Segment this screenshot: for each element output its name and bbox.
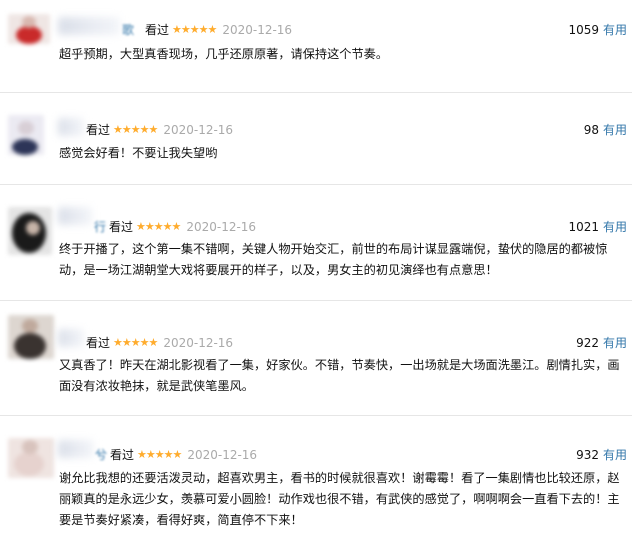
avatar[interactable]: [8, 14, 50, 44]
comment-text: 终于开播了，这个第一集不错啊，关键人物开始交汇，前世的布局计谋显露端倪，蛰伏的隐…: [59, 242, 608, 277]
avatar[interactable]: [8, 115, 44, 155]
comment-item: 看过 ★★★★★ 2020-12-16 98 有用 感觉会好看！不要让我失望哟: [0, 93, 641, 184]
comment-date: 2020-12-16: [186, 219, 257, 234]
comment-meta: 看过 ★★★★★ 2020-12-16: [110, 446, 257, 463]
comment-item: 歌 看过 ★★★★★ 2020-12-16 1059 有用 超乎预期，大型真香现场…: [0, 0, 641, 92]
vote-count: 932: [576, 448, 599, 462]
comment-meta: 看过 ★★★★★ 2020-12-16: [109, 218, 256, 235]
comment-item: 行 看过 ★★★★★ 2020-12-16 1021 有用 终于开播了，这个第一集…: [0, 185, 641, 300]
comments-list: 歌 看过 ★★★★★ 2020-12-16 1059 有用 超乎预期，大型真香现场…: [0, 0, 641, 545]
username[interactable]: [58, 17, 120, 35]
seen-label: 看过: [86, 123, 111, 137]
comment-text: 又真香了！昨天在湖北影视看了一集，好家伙。不错，节奏快，一出场就是大场面洗墨江。…: [59, 358, 620, 393]
useful-button[interactable]: 有用: [603, 23, 627, 37]
vote-count: 1021: [568, 220, 599, 234]
vote-count: 98: [583, 123, 599, 137]
seen-label: 看过: [110, 448, 135, 462]
username-tail[interactable]: 行: [94, 218, 106, 235]
avatar[interactable]: [8, 315, 54, 359]
comment-item: 看过 ★★★★★ 2020-12-16 922 有用 又真香了！昨天在湖北影视看了…: [0, 301, 641, 415]
useful-button[interactable]: 有用: [603, 220, 627, 234]
useful-button[interactable]: 有用: [603, 123, 627, 137]
username[interactable]: [58, 329, 84, 347]
comment-date: 2020-12-16: [222, 22, 293, 37]
comment-date: 2020-12-16: [163, 122, 234, 137]
rating-stars: ★★★★★: [113, 123, 158, 136]
comment-meta: 看过 ★★★★★ 2020-12-16: [86, 121, 233, 138]
seen-label: 看过: [145, 23, 170, 37]
avatar[interactable]: [8, 207, 52, 255]
comment-meta: 看过 ★★★★★ 2020-12-16: [145, 21, 292, 38]
vote-box: 932 有用: [576, 446, 627, 463]
vote-box: 98 有用: [584, 121, 627, 138]
vote-count: 922: [576, 336, 599, 350]
seen-label: 看过: [109, 220, 134, 234]
comment-text: 谢允比我想的还要活泼灵动，超喜欢男主，看书的时候就很喜欢！谢霉霉！看了一集剧情也…: [59, 471, 620, 527]
username-tail[interactable]: 兮: [95, 446, 107, 463]
comment-text: 超乎预期，大型真香现场，几乎还原原著，请保持这个节奏。: [59, 47, 389, 61]
comment-item: 兮 看过 ★★★★★ 2020-12-16 932 有用 谢允比我想的还要活泼灵动…: [0, 416, 641, 545]
comment-meta: 看过 ★★★★★ 2020-12-16: [86, 334, 233, 351]
rating-stars: ★★★★★: [136, 220, 181, 233]
useful-button[interactable]: 有用: [603, 448, 627, 462]
vote-box: 1021 有用: [568, 218, 627, 235]
avatar[interactable]: [8, 438, 54, 478]
username[interactable]: [58, 118, 84, 136]
rating-stars: ★★★★★: [137, 448, 182, 461]
seen-label: 看过: [86, 336, 111, 350]
comment-date: 2020-12-16: [187, 447, 258, 462]
username[interactable]: [58, 207, 92, 225]
vote-count: 1059: [568, 23, 599, 37]
rating-stars: ★★★★★: [113, 336, 158, 349]
comment-date: 2020-12-16: [163, 335, 234, 350]
vote-box: 922 有用: [576, 334, 627, 351]
rating-stars: ★★★★★: [172, 23, 217, 36]
username-tail[interactable]: 歌: [122, 21, 134, 38]
comment-text: 感觉会好看！不要让我失望哟: [59, 146, 218, 160]
useful-button[interactable]: 有用: [603, 336, 627, 350]
username[interactable]: [58, 440, 94, 458]
vote-box: 1059 有用: [568, 21, 627, 38]
